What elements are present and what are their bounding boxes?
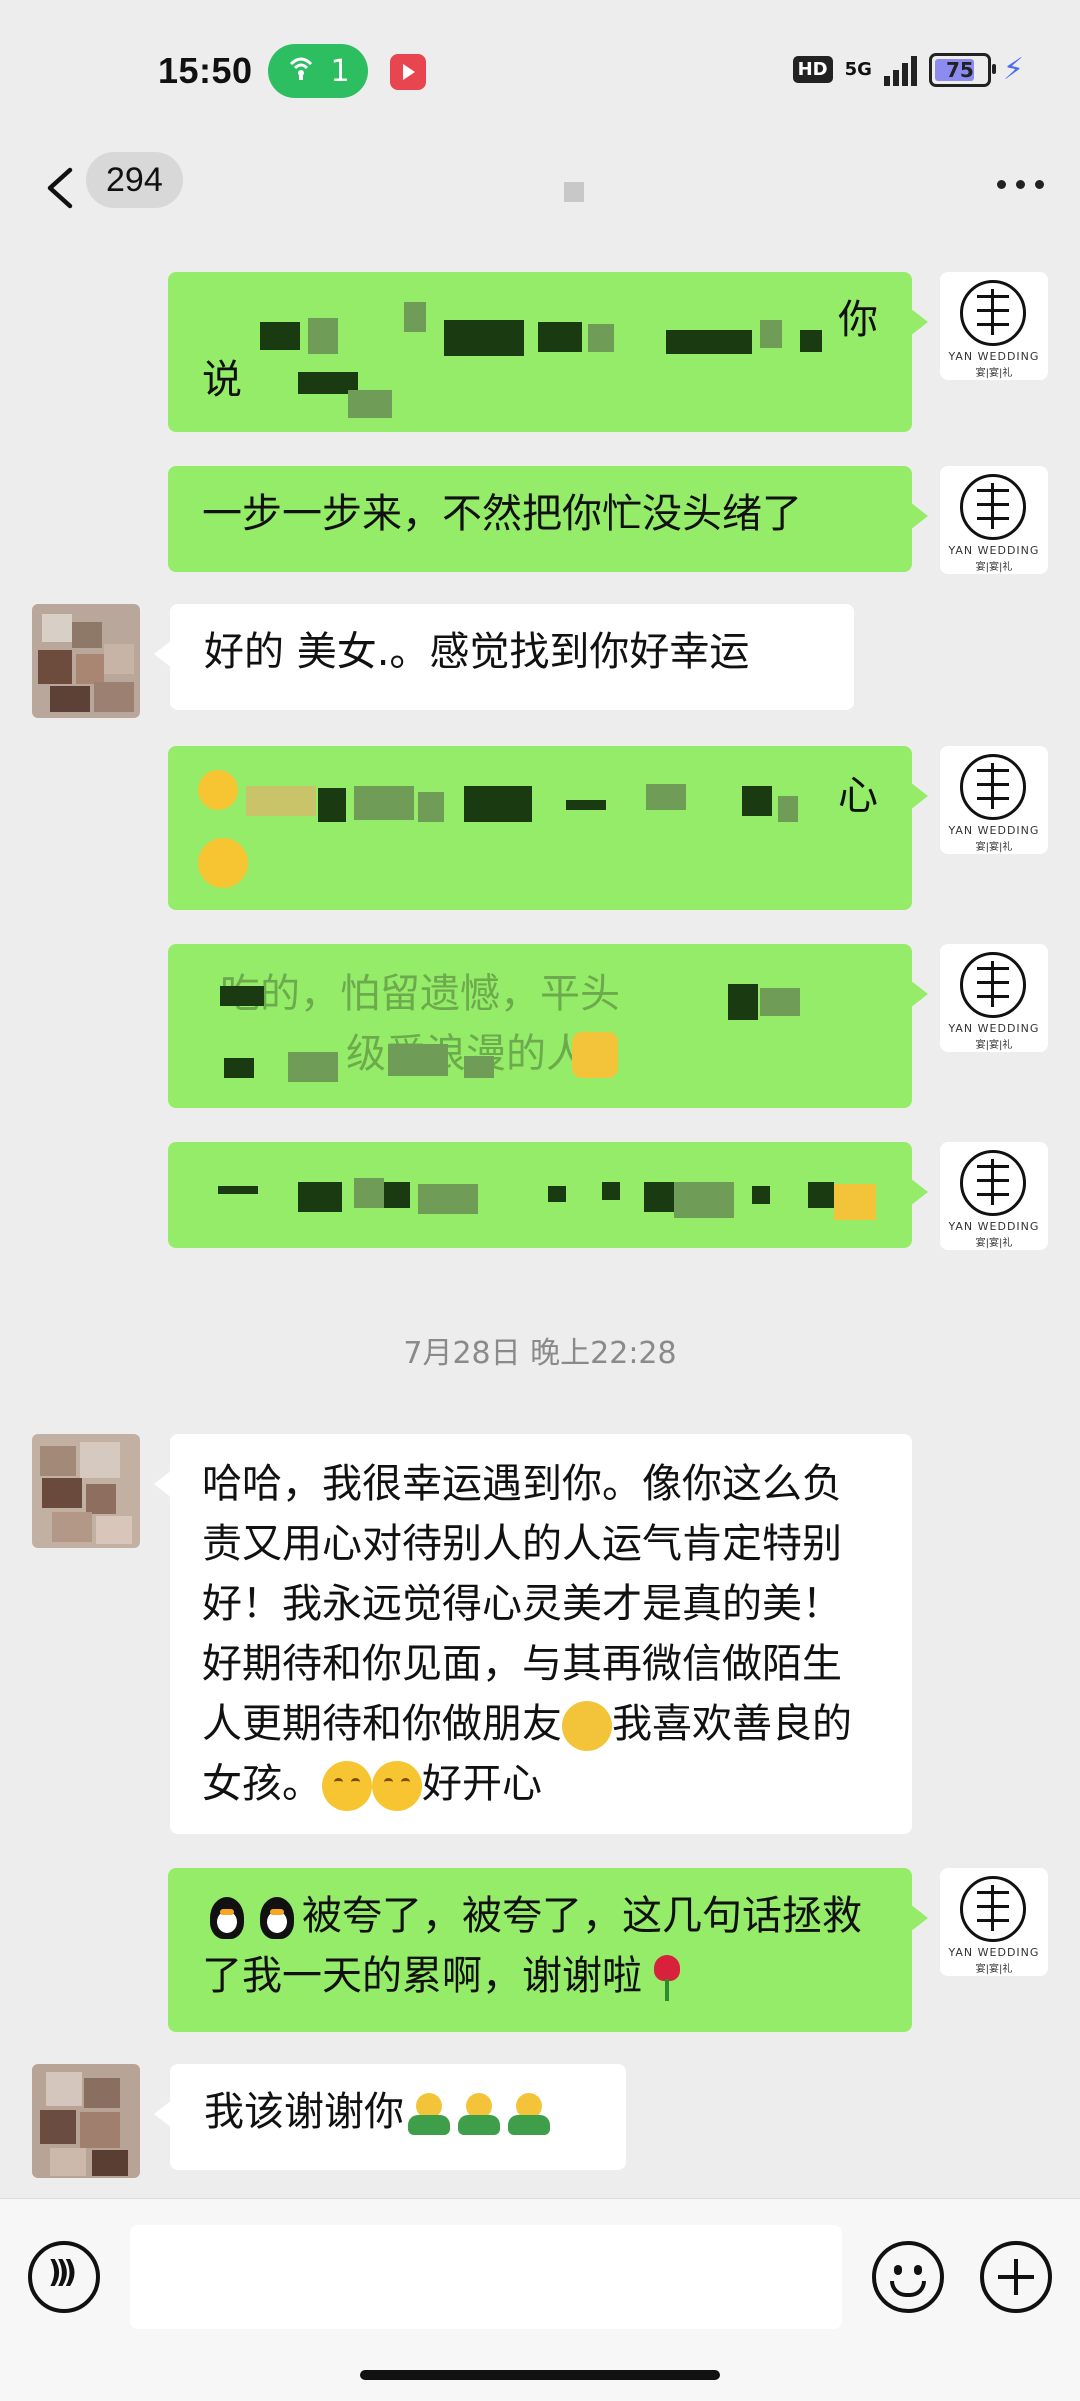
message-text-fragment: 你: [838, 297, 878, 343]
contact-avatar-logo[interactable]: YAN WEDDING 宴|宴|礼: [940, 944, 1048, 1052]
message-text: 被夸了，被夸了，这几句话拯救了我一天的累啊，谢谢啦: [202, 1893, 862, 1999]
penguin-emoji-icon: [202, 1893, 252, 1943]
logo-subtext: 宴|宴|礼: [975, 562, 1013, 573]
sender-avatar[interactable]: [32, 1434, 140, 1548]
contact-avatar-logo[interactable]: YAN WEDDING 宴|宴|礼: [940, 746, 1048, 854]
logo-text: YAN WEDDING: [948, 824, 1040, 837]
unread-count-badge[interactable]: 294: [86, 152, 183, 208]
screen-record-icon: [390, 54, 426, 90]
chat-timestamp: 7月28日 晚上22:28: [403, 1336, 677, 1371]
home-indicator[interactable]: [360, 2370, 720, 2380]
logo-subtext: 宴|宴|礼: [975, 842, 1013, 853]
smiling-emoji-icon: [372, 1761, 422, 1811]
message-bubble-outgoing[interactable]: [168, 1142, 928, 1248]
laughing-emoji-icon: [198, 770, 238, 810]
logo-subtext: 宴|宴|礼: [975, 1040, 1013, 1051]
logo-subtext: 宴|宴|礼: [975, 368, 1013, 379]
logo-subtext: 宴|宴|礼: [975, 1238, 1013, 1249]
hug-emoji-icon: [404, 2089, 454, 2139]
more-options-icon[interactable]: [997, 180, 1044, 189]
message-text-fragment: 说: [202, 357, 242, 403]
message-text: 好开心: [422, 1761, 542, 1807]
logo-text: YAN WEDDING: [948, 1946, 1040, 1959]
sender-avatar[interactable]: [32, 2064, 140, 2178]
message-text-fragment: 心: [838, 773, 878, 819]
contact-avatar-logo[interactable]: YAN WEDDING 宴|宴|礼: [940, 272, 1048, 380]
status-time: 15:50: [158, 50, 253, 91]
laughing-emoji-icon: [198, 838, 248, 888]
message-bubble-outgoing[interactable]: 吃的，怕留遗憾，平头 级爱浪漫的人: [168, 944, 928, 1108]
message-bubble-outgoing[interactable]: 被夸了，被夸了，这几句话拯救了我一天的累啊，谢谢啦: [168, 1868, 928, 2032]
message-bubble-outgoing[interactable]: 说 你: [168, 272, 928, 432]
logo-text: YAN WEDDING: [948, 1220, 1040, 1233]
back-arrow-icon[interactable]: [40, 162, 80, 214]
contact-avatar-logo[interactable]: YAN WEDDING 宴|宴|礼: [940, 1868, 1048, 1976]
rose-emoji-icon: [642, 1953, 692, 2003]
message-input-field[interactable]: [130, 2225, 842, 2329]
more-actions-plus-icon[interactable]: [980, 2241, 1052, 2313]
status-icons: HD 5G 75 ⚡: [792, 52, 1024, 87]
message-bubble-outgoing[interactable]: 一步一步来，不然把你忙没头绪了: [168, 466, 928, 572]
logo-text: YAN WEDDING: [948, 1022, 1040, 1035]
battery-icon: 75: [928, 52, 996, 87]
hotspot-count: 1: [330, 53, 350, 89]
message-bubble-incoming[interactable]: 哈哈，我很幸运遇到你。像你这么负责又用心对待别人的人运气肯定特别好！我永远觉得心…: [154, 1434, 912, 1834]
message-text: 一步一步来，不然把你忙没头绪了: [202, 491, 802, 537]
contact-avatar-logo[interactable]: YAN WEDDING 宴|宴|礼: [940, 1142, 1048, 1250]
hug-emoji-icon: [504, 2089, 554, 2139]
smiling-emoji-icon: [322, 1761, 372, 1811]
logo-text: YAN WEDDING: [948, 544, 1040, 557]
logo-subtext: 宴|宴|礼: [975, 1964, 1013, 1975]
contact-avatar-logo[interactable]: YAN WEDDING 宴|宴|礼: [940, 466, 1048, 574]
network-type: 5G: [844, 59, 872, 80]
logo-text: YAN WEDDING: [948, 350, 1040, 363]
charging-icon: ⚡: [1002, 52, 1024, 87]
status-bar: 15:50 1 HD 5G 75 ⚡: [0, 0, 1080, 140]
chat-header: 294: [0, 140, 1080, 240]
hotspot-icon: [286, 52, 316, 90]
hd-icon: HD: [792, 56, 833, 83]
hug-emoji-icon: [454, 2089, 504, 2139]
thinking-emoji-icon: [572, 1032, 618, 1078]
voice-input-icon[interactable]: [28, 2241, 100, 2313]
message-text: 我该谢谢你: [204, 2089, 404, 2135]
signal-icon: [883, 54, 917, 86]
emoji-picker-icon[interactable]: [872, 2241, 944, 2313]
sender-avatar[interactable]: [32, 604, 140, 718]
message-text: 好的 美女.。感觉找到你好幸运: [204, 629, 750, 675]
battery-level: 75: [946, 57, 974, 82]
message-text-fragment: 吃的，怕留遗憾，平头: [220, 971, 620, 1017]
message-bubble-outgoing[interactable]: 心: [168, 746, 928, 910]
chat-title-redacted: [564, 182, 584, 202]
message-bubble-incoming[interactable]: 好的 美女.。感觉找到你好幸运: [154, 604, 854, 710]
penguin-emoji-icon: [252, 1893, 302, 1943]
message-bubble-incoming[interactable]: 我该谢谢你: [154, 2064, 626, 2170]
hotspot-indicator[interactable]: 1: [268, 44, 368, 98]
thinking-emoji-icon: [562, 1701, 612, 1751]
